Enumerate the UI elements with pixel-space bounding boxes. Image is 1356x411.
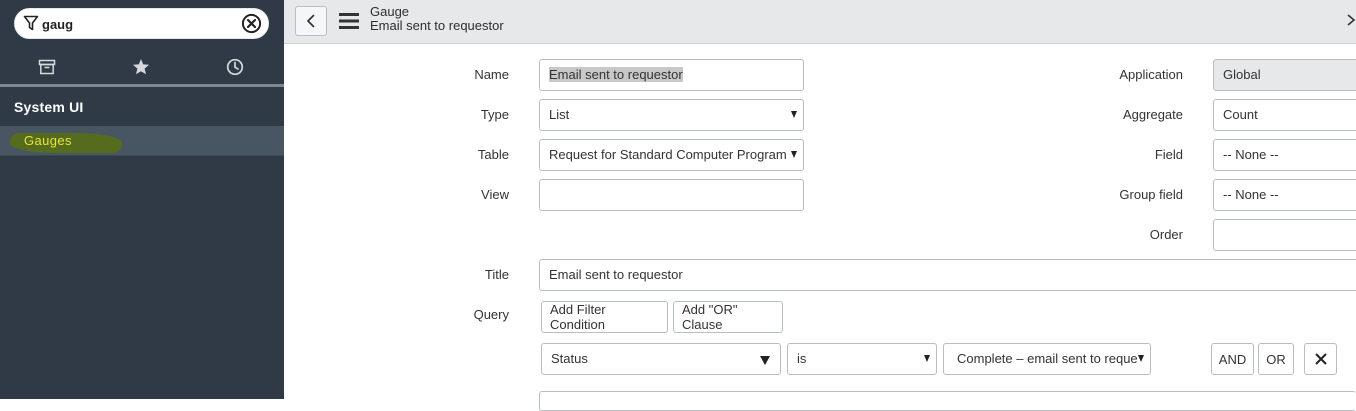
tab-underline xyxy=(0,84,284,87)
title-field[interactable]: Email sent to requestor xyxy=(539,259,1356,291)
view-field[interactable] xyxy=(539,179,804,211)
application-navigator: System UI Gauges xyxy=(0,0,284,399)
title-field-value: Email sent to requestor xyxy=(549,267,683,282)
field-label: Field xyxy=(1154,147,1183,162)
archive-icon xyxy=(38,59,56,75)
type-select[interactable]: List xyxy=(539,99,804,131)
form-header: Gauge Email sent to requestor xyxy=(284,0,1356,44)
divider xyxy=(0,155,284,156)
section-system-ui[interactable]: System UI xyxy=(14,99,84,115)
view-label: View xyxy=(481,187,509,202)
field-select-value: -- None -- xyxy=(1223,147,1279,162)
name-field-value: Email sent to requestor xyxy=(549,67,683,82)
navigator-tabs xyxy=(0,50,284,86)
condition-operator-select[interactable]: is xyxy=(787,343,937,375)
tab-all-applications[interactable] xyxy=(0,50,94,84)
caret-down-icon xyxy=(791,151,797,158)
order-label: Order xyxy=(1149,227,1183,242)
type-label: Type xyxy=(480,107,509,122)
table-select-value: Request for Standard Computer Program xyxy=(549,147,787,162)
application-field-value: Global xyxy=(1223,67,1261,82)
condition-field-value: Status xyxy=(551,351,588,366)
tab-history[interactable] xyxy=(188,50,282,84)
form-title: Gauge xyxy=(370,4,410,19)
add-or-clause-button[interactable]: Add "OR" Clause xyxy=(673,301,783,333)
module-gauges-label: Gauges xyxy=(24,133,72,148)
condition-value-select[interactable]: Complete – email sent to reque xyxy=(943,343,1151,375)
query-label: Query xyxy=(473,307,509,322)
tab-favorites[interactable] xyxy=(94,50,188,84)
aggregate-select-value: Count xyxy=(1223,107,1258,122)
group-field-select-value: -- None -- xyxy=(1223,187,1279,202)
navigator-filter[interactable] xyxy=(14,8,269,39)
or-button[interactable]: OR xyxy=(1258,343,1294,375)
module-gauges[interactable]: Gauges xyxy=(0,127,284,155)
name-field[interactable]: Email sent to requestor xyxy=(539,59,804,91)
filter-icon xyxy=(23,15,39,31)
caret-down-icon xyxy=(924,355,930,362)
group-field-label: Group field xyxy=(1119,187,1183,202)
type-select-value: List xyxy=(549,107,570,122)
delete-condition-button[interactable] xyxy=(1304,343,1337,375)
chevron-left-icon xyxy=(307,14,315,28)
title-label: Title xyxy=(484,267,509,282)
application-label: Application xyxy=(1119,67,1183,82)
group-field-select[interactable]: -- None -- xyxy=(1213,179,1356,211)
table-label: Table xyxy=(477,147,509,162)
aggregate-label: Aggregate xyxy=(1123,107,1183,122)
chevron-right-icon[interactable] xyxy=(1346,12,1356,28)
caret-down-icon xyxy=(791,111,797,118)
caret-down-icon xyxy=(760,356,770,365)
caret-down-icon xyxy=(1138,355,1144,362)
name-label: Name xyxy=(474,67,509,82)
clear-filter-icon[interactable] xyxy=(241,13,262,34)
and-button[interactable]: AND xyxy=(1211,343,1254,375)
record-display-value: Email sent to requestor xyxy=(370,18,504,33)
condition-field-select[interactable]: Status xyxy=(541,343,781,375)
condition-operator-value: is xyxy=(797,351,807,366)
aggregate-select[interactable]: Count xyxy=(1213,99,1356,131)
application-field: Global xyxy=(1213,59,1356,91)
clock-icon xyxy=(226,58,244,76)
back-button[interactable] xyxy=(295,6,327,36)
hamburger-menu-icon[interactable] xyxy=(338,11,360,31)
navigator-filter-input[interactable] xyxy=(42,14,232,34)
field-select[interactable]: -- None -- xyxy=(1213,139,1356,171)
star-icon xyxy=(133,59,149,75)
condition-value: Complete – email sent to reque xyxy=(957,351,1138,366)
close-icon xyxy=(1314,353,1327,365)
table-select[interactable]: Request for Standard Computer Program xyxy=(539,139,804,171)
next-condition-row xyxy=(539,391,1356,411)
add-filter-condition-button[interactable]: Add Filter Condition xyxy=(541,301,668,333)
order-field[interactable] xyxy=(1213,219,1356,251)
